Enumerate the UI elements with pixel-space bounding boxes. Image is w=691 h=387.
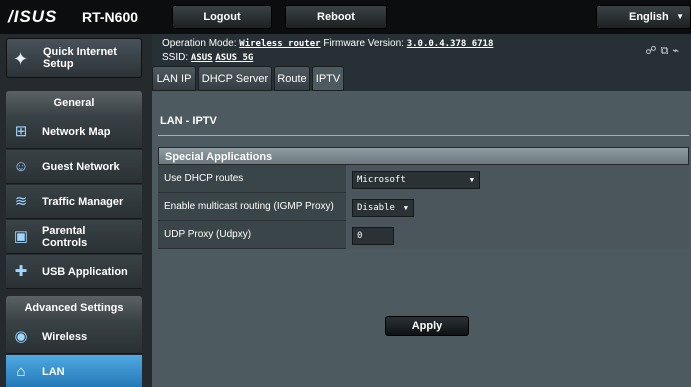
dhcp-routes-select[interactable]: Microsoft ▼ bbox=[352, 171, 480, 189]
general-section-header: General bbox=[6, 91, 142, 115]
udp-proxy-label: UDP Proxy (Udpxy) bbox=[164, 229, 252, 240]
router-model: RT-N600 bbox=[82, 9, 139, 25]
firmware-version-link[interactable]: 3.0.0.4.378_6718 bbox=[407, 39, 494, 49]
guest-network-icon: ☺ bbox=[13, 158, 29, 175]
settings-panel: LAN - IPTV Special Applications Use DHCP… bbox=[152, 91, 691, 387]
asus-logo: /ISUS bbox=[8, 7, 58, 26]
sidebar-item-guest-network[interactable]: ☺ Guest Network bbox=[6, 150, 142, 184]
igmp-proxy-select[interactable]: Disable ▼ bbox=[352, 199, 414, 217]
sidebar-item-label: LAN bbox=[42, 366, 65, 378]
sidebar-item-label: Network Map bbox=[42, 126, 111, 138]
value-cell: Disable ▼ bbox=[346, 193, 689, 221]
special-applications-table: Special Applications Use DHCP routes Mic… bbox=[158, 147, 689, 249]
apply-button[interactable]: Apply bbox=[385, 316, 469, 336]
usb-icon[interactable]: ⌁ bbox=[672, 45, 683, 57]
sidebar-item-label: Traffic Manager bbox=[42, 196, 124, 208]
tab-dhcp-server[interactable]: DHCP Server bbox=[198, 66, 272, 91]
ssid-link-2[interactable]: ASUS_5G bbox=[215, 53, 253, 63]
sidebar-item-usb-application[interactable]: ✚ USB Application bbox=[6, 255, 142, 289]
users-icon[interactable]: ☍ bbox=[645, 45, 660, 57]
table-row: UDP Proxy (Udpxy) bbox=[158, 221, 689, 249]
magic-wand-icon: ✦ bbox=[13, 49, 29, 69]
sidebar-item-parental-controls[interactable]: ▣ Parental Controls bbox=[6, 220, 142, 254]
chevron-down-icon: ▼ bbox=[469, 176, 474, 184]
section-header: Special Applications bbox=[158, 147, 689, 165]
table-row: Use DHCP routes Microsoft ▼ bbox=[158, 165, 689, 193]
tab-iptv[interactable]: IPTV bbox=[312, 66, 344, 91]
table-row: Enable multicast routing (IGMP Proxy) Di… bbox=[158, 193, 689, 221]
sidebar-item-label: USB Application bbox=[42, 266, 128, 278]
udp-proxy-input[interactable] bbox=[352, 227, 394, 245]
top-bar: /ISUS RT-N600 Logout Reboot English ▼ bbox=[0, 0, 691, 34]
tab-lan-ip[interactable]: LAN IP bbox=[152, 66, 196, 91]
traffic-manager-icon: ≋ bbox=[14, 193, 28, 210]
quick-internet-setup-button[interactable]: ✦ Quick Internet Setup bbox=[6, 38, 142, 78]
quick-internet-setup-label: Quick Internet Setup bbox=[43, 46, 117, 70]
operation-mode-label: Operation Mode: bbox=[162, 38, 237, 49]
network-map-icon: ⊞ bbox=[14, 123, 28, 140]
value-cell: Microsoft ▼ bbox=[346, 165, 689, 193]
sidebar: ✦ Quick Internet Setup General ⊞ Network… bbox=[0, 34, 152, 387]
value-cell bbox=[346, 221, 689, 249]
usb-application-icon: ✚ bbox=[14, 263, 28, 280]
router-info: Operation Mode: Wireless router Firmware… bbox=[162, 37, 493, 65]
sidebar-item-wireless[interactable]: ◉ Wireless bbox=[6, 320, 142, 354]
igmp-proxy-value: Disable bbox=[357, 203, 395, 213]
parental-controls-icon: ▣ bbox=[13, 228, 29, 245]
chevron-down-icon: ▼ bbox=[403, 204, 408, 212]
language-select[interactable]: English ▼ bbox=[596, 5, 691, 29]
ssid-link-1[interactable]: ASUS bbox=[191, 53, 213, 63]
wireless-icon: ◉ bbox=[14, 328, 28, 345]
logout-button[interactable]: Logout bbox=[172, 5, 272, 29]
header-icons: ☍⧉⌁ bbox=[645, 44, 683, 58]
firmware-label: Firmware Version: bbox=[323, 38, 404, 49]
sidebar-item-traffic-manager[interactable]: ≋ Traffic Manager bbox=[6, 185, 142, 219]
language-value: English bbox=[629, 11, 669, 23]
sidebar-item-network-map[interactable]: ⊞ Network Map bbox=[6, 115, 142, 149]
page-title: LAN - IPTV bbox=[160, 115, 217, 127]
dhcp-routes-value: Microsoft bbox=[357, 175, 406, 185]
igmp-proxy-label: Enable multicast routing (IGMP Proxy) bbox=[164, 201, 334, 212]
copy-icon[interactable]: ⧉ bbox=[661, 45, 673, 57]
operation-mode-link[interactable]: Wireless router bbox=[239, 39, 320, 49]
chevron-down-icon: ▼ bbox=[676, 12, 684, 21]
sidebar-item-label: Guest Network bbox=[42, 161, 120, 173]
advanced-settings-section-header: Advanced Settings bbox=[6, 296, 142, 320]
tab-route[interactable]: Route bbox=[274, 66, 310, 91]
use-dhcp-routes-label: Use DHCP routes bbox=[164, 173, 244, 184]
sidebar-item-label: Wireless bbox=[42, 331, 88, 343]
sidebar-item-label: Parental Controls bbox=[42, 225, 88, 249]
reboot-button[interactable]: Reboot bbox=[285, 5, 387, 29]
ssid-label: SSID: bbox=[162, 52, 189, 63]
lan-icon: ⌂ bbox=[16, 363, 26, 380]
sidebar-item-lan[interactable]: ⌂ LAN bbox=[6, 355, 142, 387]
main-content: Operation Mode: Wireless router Firmware… bbox=[152, 34, 691, 387]
title-divider bbox=[158, 135, 689, 136]
